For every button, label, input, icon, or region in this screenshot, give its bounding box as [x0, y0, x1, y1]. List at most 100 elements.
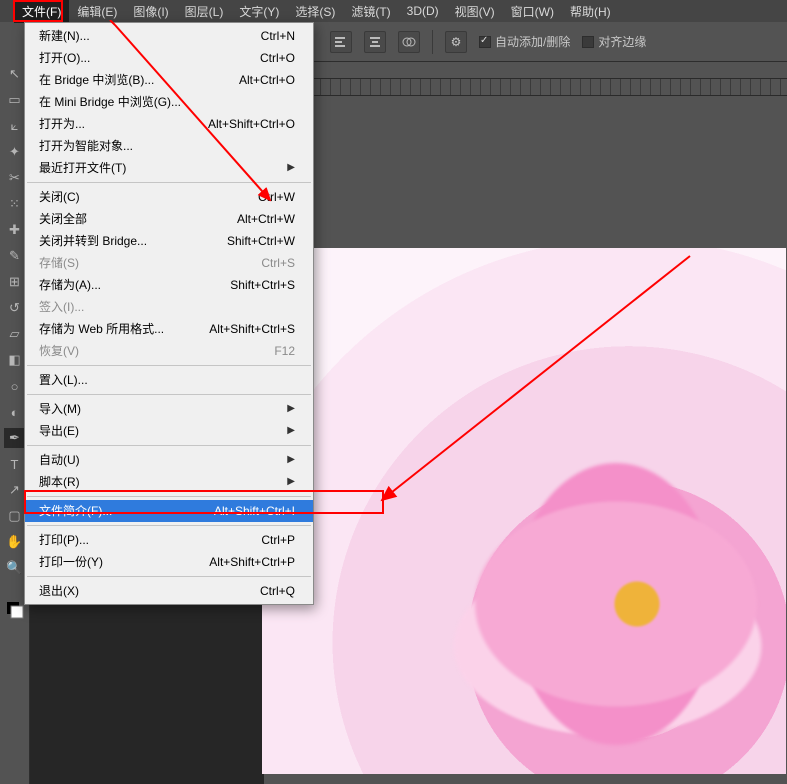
menu-item-label: 置入(L)...: [39, 372, 88, 388]
menu-item[interactable]: 最近打开文件(T) ▶: [25, 157, 313, 179]
menubar-item[interactable]: 图层(L): [177, 0, 232, 23]
menu-item[interactable]: 退出(X) Ctrl+Q: [25, 580, 313, 602]
menu-item-label: 在 Bridge 中浏览(B)...: [39, 72, 154, 88]
menu-item: 存储(S)Ctrl+S: [25, 252, 313, 274]
menu-item[interactable]: 关闭并转到 Bridge...Shift+Ctrl+W: [25, 230, 313, 252]
menu-item-label: 脚本(R): [39, 474, 80, 490]
menu-item-shortcut: Ctrl+P: [261, 532, 295, 548]
menu-item-label: 新建(N)...: [39, 28, 90, 44]
tool-zoom[interactable]: 🔍: [4, 558, 26, 578]
tool-stamp[interactable]: ⊞: [4, 272, 26, 292]
menu-item[interactable]: 打印(P)...Ctrl+P: [25, 529, 313, 551]
submenu-arrow-icon: ▶: [287, 423, 295, 439]
tool-dodge[interactable]: ◐: [4, 402, 26, 422]
gear-icon[interactable]: ⚙: [445, 31, 467, 53]
menubar-item[interactable]: 视图(V): [447, 0, 503, 23]
align-left-icon[interactable]: [330, 31, 352, 53]
tool-heal[interactable]: ✚: [4, 220, 26, 240]
menu-item[interactable]: 关闭(C) Ctrl+W: [25, 186, 313, 208]
menu-item[interactable]: 置入(L)...: [25, 369, 313, 391]
menubar-item[interactable]: 编辑(E): [69, 0, 125, 23]
menu-item-shortcut: Ctrl+Q: [260, 583, 295, 599]
menu-item-shortcut: Alt+Shift+Ctrl+O: [208, 116, 295, 132]
menu-item[interactable]: 打开为智能对象...: [25, 135, 313, 157]
menu-item-label: 导出(E): [39, 423, 79, 439]
align-center-icon[interactable]: [364, 31, 386, 53]
menu-separator: [27, 182, 311, 183]
tool-eraser[interactable]: ▱: [4, 324, 26, 344]
submenu-arrow-icon: ▶: [287, 474, 295, 490]
menu-item-label: 退出(X): [39, 583, 79, 599]
menu-item[interactable]: 存储为 Web 所用格式...Alt+Shift+Ctrl+S: [25, 318, 313, 340]
menu-item[interactable]: 新建(N)...Ctrl+N: [25, 25, 313, 47]
file-menu-dropdown: 新建(N)...Ctrl+N打开(O)...Ctrl+O在 Bridge 中浏览…: [24, 22, 314, 605]
menu-item-shortcut: Ctrl+W: [258, 189, 295, 205]
menu-item-label: 存储(S): [39, 255, 79, 271]
menu-item[interactable]: 自动(U) ▶: [25, 449, 313, 471]
menu-item[interactable]: 在 Mini Bridge 中浏览(G)...: [25, 91, 313, 113]
submenu-arrow-icon: ▶: [287, 452, 295, 468]
menu-item-label: 关闭全部: [39, 211, 87, 227]
menu-item-shortcut: Shift+Ctrl+W: [227, 233, 295, 249]
menu-item-label: 最近打开文件(T): [39, 160, 126, 176]
menu-item-label: 签入(I)...: [39, 299, 84, 315]
tool-marquee[interactable]: ▭: [4, 90, 26, 110]
menu-item[interactable]: 打开(O)...Ctrl+O: [25, 47, 313, 69]
menubar-item[interactable]: 帮助(H): [562, 0, 619, 23]
menu-item[interactable]: 打印一份(Y) Alt+Shift+Ctrl+P: [25, 551, 313, 573]
flower-graphic: [406, 394, 786, 774]
auto-add-delete-checkbox[interactable]: 自动添加/删除: [479, 33, 570, 50]
menu-item-shortcut: Alt+Shift+Ctrl+S: [209, 321, 295, 337]
canvas-image: [262, 248, 786, 774]
tool-type[interactable]: T: [4, 454, 26, 474]
menu-item: 签入(I)...: [25, 296, 313, 318]
menu-item[interactable]: 在 Bridge 中浏览(B)...Alt+Ctrl+O: [25, 69, 313, 91]
menu-separator: [27, 394, 311, 395]
tool-path[interactable]: ↗: [4, 480, 26, 500]
menubar-item[interactable]: 图像(I): [125, 0, 176, 23]
menu-item-label: 关闭(C): [39, 189, 80, 205]
tool-brush[interactable]: ✎: [4, 246, 26, 266]
menu-item-label: 打印一份(Y): [39, 554, 103, 570]
tool-history[interactable]: ↺: [4, 298, 26, 318]
menubar-item[interactable]: 滤镜(T): [343, 0, 398, 23]
tool-crop[interactable]: ✂: [4, 168, 26, 188]
menu-item[interactable]: 存储为(A)...Shift+Ctrl+S: [25, 274, 313, 296]
tool-blur[interactable]: ○: [4, 376, 26, 396]
menu-item-shortcut: Alt+Shift+Ctrl+P: [209, 554, 295, 570]
menu-item[interactable]: 文件简介(F)... Alt+Shift+Ctrl+I: [25, 500, 313, 522]
align-edges-checkbox[interactable]: 对齐边缘: [582, 33, 646, 50]
menu-item[interactable]: 关闭全部 Alt+Ctrl+W: [25, 208, 313, 230]
menu-item-shortcut: Shift+Ctrl+S: [230, 277, 295, 293]
path-ops-icon[interactable]: [398, 31, 420, 53]
tool-wand[interactable]: ✦: [4, 142, 26, 162]
tool-shape[interactable]: ▢: [4, 506, 26, 526]
menu-item-shortcut: F12: [274, 343, 295, 359]
tool-gradient[interactable]: ◧: [4, 350, 26, 370]
menubar-item[interactable]: 选择(S): [287, 0, 343, 23]
menubar-item[interactable]: 窗口(W): [503, 0, 562, 23]
menu-item-label: 在 Mini Bridge 中浏览(G)...: [39, 94, 181, 110]
tool-lasso[interactable]: ⟀: [4, 116, 26, 136]
menu-item-shortcut: Alt+Ctrl+W: [237, 211, 295, 227]
tool-move[interactable]: ↖: [4, 64, 26, 84]
submenu-arrow-icon: ▶: [287, 160, 295, 176]
menu-item[interactable]: 脚本(R) ▶: [25, 471, 313, 493]
menu-item-shortcut: Alt+Shift+Ctrl+I: [214, 503, 295, 519]
menu-separator: [27, 496, 311, 497]
tool-hand[interactable]: ✋: [4, 532, 26, 552]
menu-item-label: 打开为...: [39, 116, 85, 132]
menubar-item[interactable]: 文件(F): [14, 0, 69, 23]
menubar-item[interactable]: 文字(Y): [231, 0, 287, 23]
color-swatch[interactable]: [4, 600, 26, 620]
menubar: 文件(F)编辑(E)图像(I)图层(L)文字(Y)选择(S)滤镜(T)3D(D)…: [0, 0, 787, 22]
menu-item[interactable]: 导入(M)▶: [25, 398, 313, 420]
menu-item[interactable]: 打开为... Alt+Shift+Ctrl+O: [25, 113, 313, 135]
menu-item-label: 自动(U): [39, 452, 80, 468]
tool-pen[interactable]: ✒: [4, 428, 26, 448]
menu-item[interactable]: 导出(E) ▶: [25, 420, 313, 442]
menu-separator: [27, 576, 311, 577]
menubar-item[interactable]: 3D(D): [399, 1, 447, 21]
tool-eyedropper[interactable]: ⁙: [4, 194, 26, 214]
menu-item-label: 文件简介(F)...: [39, 503, 112, 519]
